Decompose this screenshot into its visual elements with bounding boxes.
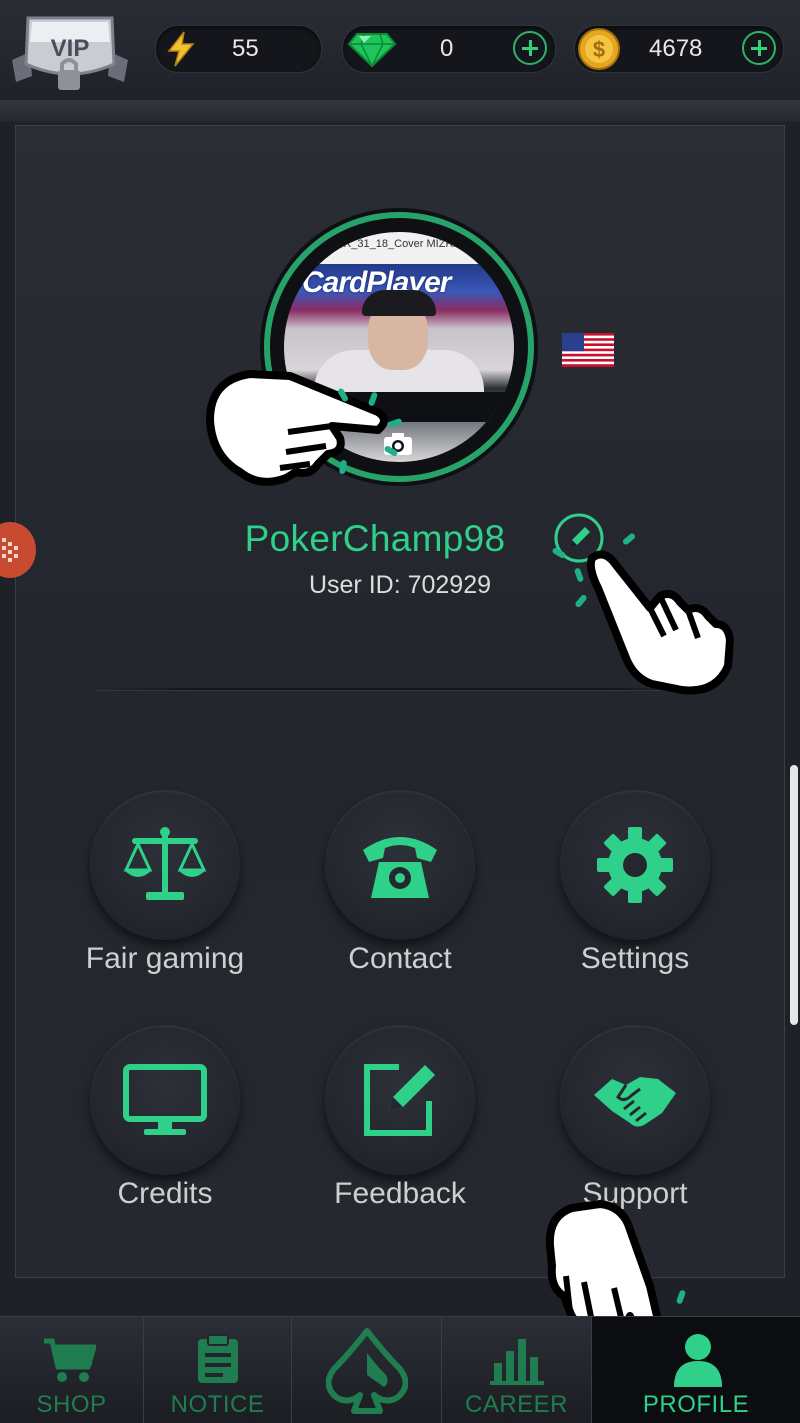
credits-button[interactable]: Credits [48, 1025, 282, 1225]
lightning-icon [167, 31, 195, 67]
top-bar: VIP 55 0 $ 4678 [0, 0, 800, 100]
contact-button[interactable]: Contact [283, 790, 517, 990]
gem-icon [347, 33, 397, 68]
fair-gaming-button[interactable]: Fair gaming [48, 790, 282, 990]
tab-career[interactable]: CAREER [442, 1317, 592, 1423]
bar-chart-icon [490, 1339, 544, 1385]
edit-note-icon [364, 1064, 435, 1136]
svg-text:$: $ [593, 37, 605, 62]
add-gems-button[interactable] [513, 31, 547, 65]
coin-value: 4678 [649, 35, 703, 62]
tab-profile[interactable]: PROFILE [592, 1317, 800, 1423]
vip-badge[interactable]: VIP [10, 12, 130, 94]
coin-icon: $ [578, 28, 620, 70]
settings-circle [560, 790, 710, 940]
feedback-label: Feedback [334, 1177, 466, 1210]
credits-label: Credits [117, 1177, 213, 1210]
credits-circle [90, 1025, 240, 1175]
monitor-icon [123, 1064, 207, 1135]
vip-shield-icon: VIP [12, 16, 128, 90]
clipboard-icon [198, 1334, 238, 1383]
feedback-button[interactable]: Feedback [283, 1025, 517, 1225]
us-flag-icon [562, 333, 614, 367]
fair-gaming-label: Fair gaming [85, 942, 245, 975]
person-icon [674, 1334, 722, 1387]
energy-value: 55 [232, 35, 259, 62]
coin-counter: $ 4678 [574, 25, 784, 73]
photo-caption: …TER_31_18_Cover MIZRACHI [318, 238, 480, 250]
contact-label: Contact [348, 942, 452, 975]
tab-career-label: CAREER [464, 1391, 569, 1418]
tab-notice-label: NOTICE [170, 1391, 265, 1418]
grid-dots-icon [2, 538, 18, 562]
settings-label: Settings [580, 942, 690, 975]
gear-icon [597, 827, 673, 903]
cart-icon [44, 1338, 96, 1382]
scales-icon [123, 827, 207, 900]
tab-shop-label: SHOP [36, 1391, 107, 1418]
tab-play[interactable] [292, 1317, 442, 1423]
telephone-icon [363, 837, 437, 898]
gem-counter: 0 [342, 25, 556, 73]
support-button[interactable]: Support [518, 1025, 752, 1225]
scrollbar[interactable] [790, 765, 798, 1025]
pointing-hand-icon [552, 533, 734, 695]
add-coins-button[interactable] [742, 31, 776, 65]
fair-gaming-circle [90, 790, 240, 940]
feedback-circle [325, 1025, 475, 1175]
spade-icon [326, 1328, 408, 1414]
pointing-hand-icon [206, 370, 402, 486]
contact-circle [325, 790, 475, 940]
gem-value: 0 [440, 35, 454, 62]
handshake-icon [594, 1077, 676, 1127]
energy-counter: 55 [155, 25, 322, 73]
support-circle [560, 1025, 710, 1175]
photo-cap [362, 290, 436, 316]
tab-profile-label: PROFILE [642, 1391, 750, 1418]
svg-text:VIP: VIP [51, 35, 90, 62]
bottom-navigation: SHOP NOTICE CAREER PROFILE [0, 1316, 800, 1423]
tab-shop[interactable]: SHOP [0, 1317, 144, 1423]
tab-notice[interactable]: NOTICE [144, 1317, 292, 1423]
settings-button[interactable]: Settings [518, 790, 752, 990]
panel-bevel [0, 100, 800, 122]
